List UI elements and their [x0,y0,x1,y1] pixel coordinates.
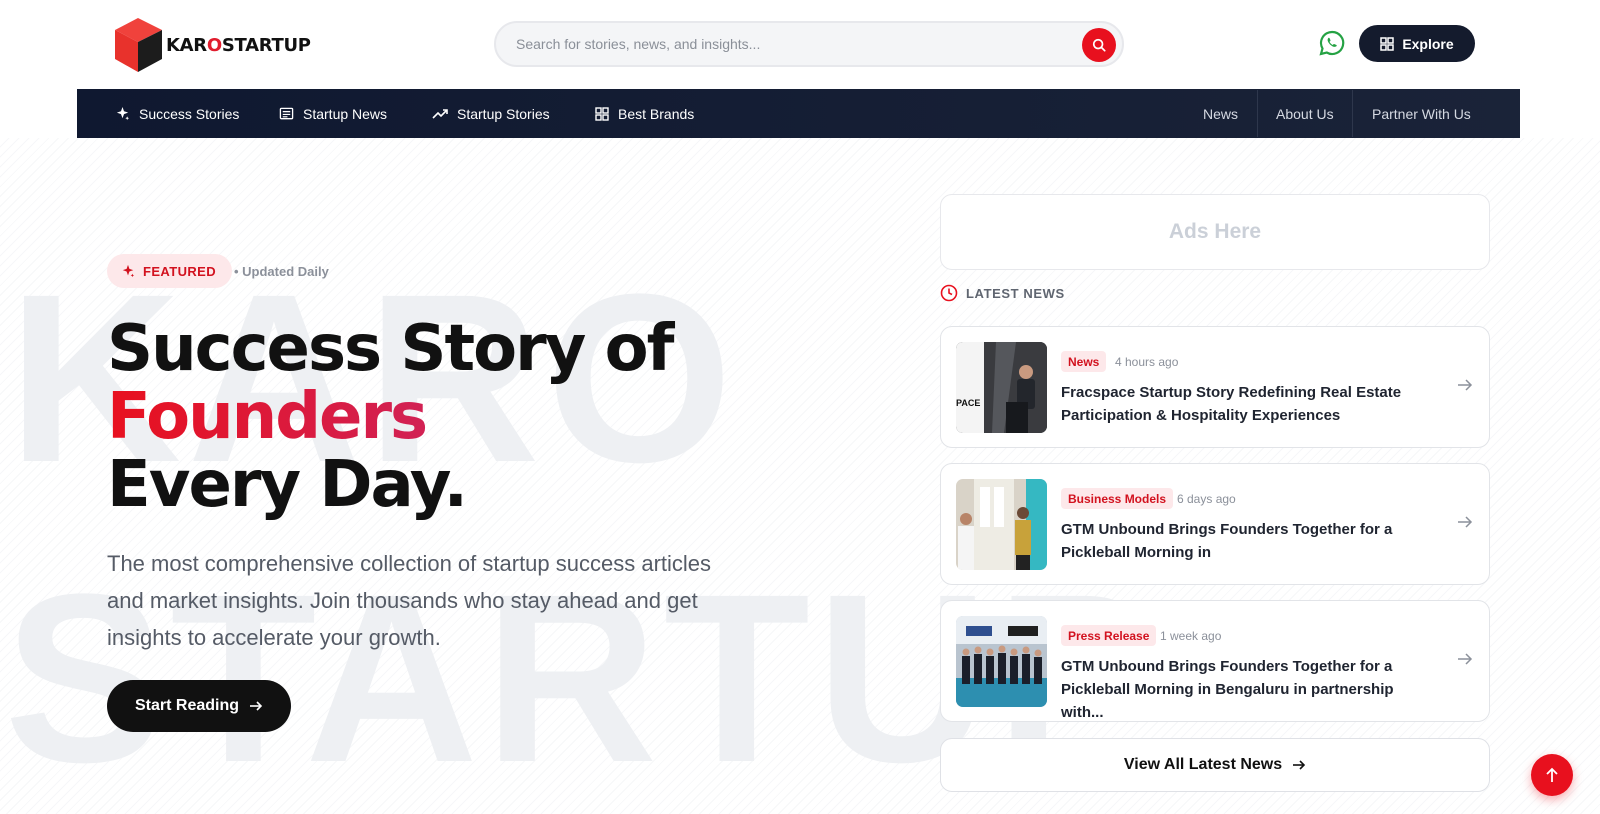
search-input[interactable] [516,34,1056,54]
grid-icon [595,106,609,121]
nav-label: Startup Stories [457,105,550,122]
hero-title-line3: Every Day. [107,448,468,522]
nav-item-startup-news[interactable]: Startup News [279,89,387,138]
updated-daily-text: • Updated Daily [234,264,329,279]
sparkle-icon [116,106,130,121]
back-to-top-button[interactable] [1531,754,1573,796]
hero-description: The most comprehensive collection of sta… [107,551,712,650]
explore-label: Explore [1402,35,1454,52]
nav-divider [1352,90,1353,137]
nav-label: Best Brands [618,105,695,122]
view-all-label: View All Latest News [1123,756,1283,773]
latest-news-label: LATEST NEWS [966,285,1065,301]
nav-item-partner-with-us[interactable]: Partner With Us [1372,89,1471,138]
newspaper-icon [279,107,294,120]
news-thumbnail [956,616,1047,707]
grid-icon [1380,36,1395,51]
featured-label: FEATURED [143,263,217,279]
view-all-latest-news-button[interactable]: View All Latest News [940,738,1490,792]
nav-item-news[interactable]: News [1203,89,1238,138]
news-card[interactable]: Business Models 6 days ago GTM Unbound B… [940,463,1490,585]
news-tag[interactable]: News [1061,351,1107,372]
arrow-right-icon [1458,516,1473,528]
latest-news-heading: LATEST NEWS [940,284,1065,302]
news-time: 4 hours ago [1115,355,1179,369]
news-time: 1 week ago [1160,629,1222,643]
nav-item-best-brands[interactable]: Best Brands [595,89,694,138]
sparkle-icon [122,264,135,278]
news-tag[interactable]: Business Models [1061,488,1174,509]
main-nav: Success Stories Startup News Startup Sto… [77,89,1520,138]
arrow-right-icon [1458,653,1473,665]
clock-icon [940,284,958,302]
search-bar [494,21,1124,67]
news-card[interactable]: Press Release 1 week ago GTM Unbound Bri… [940,600,1490,722]
site-header: KAROSTARTUP Explore [0,0,1600,89]
start-reading-label: Start Reading [134,697,239,714]
nav-divider [1257,90,1258,137]
news-tag[interactable]: Press Release [1061,625,1157,646]
cube-logo-icon [115,18,162,72]
news-thumbnail: PACE [956,342,1047,433]
news-time: 6 days ago [1177,492,1236,506]
featured-badge: FEATURED [107,254,233,288]
thumbnail-text: PACE [956,398,981,408]
nav-item-startup-stories[interactable]: Startup Stories [432,89,550,138]
search-button[interactable] [1082,28,1116,62]
news-title[interactable]: Fracspace Startup Story Redefining Real … [1061,381,1421,427]
hero-title-highlight: Founders [107,383,672,451]
trending-up-icon [432,109,448,119]
search-icon [1092,38,1106,52]
whatsapp-icon[interactable] [1318,29,1346,57]
ads-placeholder: Ads Here [940,194,1490,270]
nav-label: Startup News [303,105,388,122]
hero-title-line1: Success Story of [107,312,674,386]
start-reading-button[interactable]: Start Reading [107,680,291,732]
arrow-right-icon [1293,760,1306,770]
news-thumbnail [956,479,1047,570]
site-logo[interactable]: KAROSTARTUP [114,17,311,73]
arrow-right-icon [1458,379,1473,391]
arrow-up-icon [1546,767,1558,782]
logo-wordmark: KAROSTARTUP [166,34,311,56]
explore-button[interactable]: Explore [1359,25,1475,62]
news-card[interactable]: PACE News 4 hours ago Fracspace Startup … [940,326,1490,448]
news-title[interactable]: GTM Unbound Brings Founders Together for… [1061,518,1421,564]
news-title[interactable]: GTM Unbound Brings Founders Together for… [1061,655,1421,724]
nav-label: Success Stories [139,105,240,122]
nav-item-success-stories[interactable]: Success Stories [115,89,239,138]
arrow-right-icon [250,701,263,711]
nav-item-about-us[interactable]: About Us [1276,89,1334,138]
hero-title: Success Story of Founders Every Day. [107,312,674,522]
